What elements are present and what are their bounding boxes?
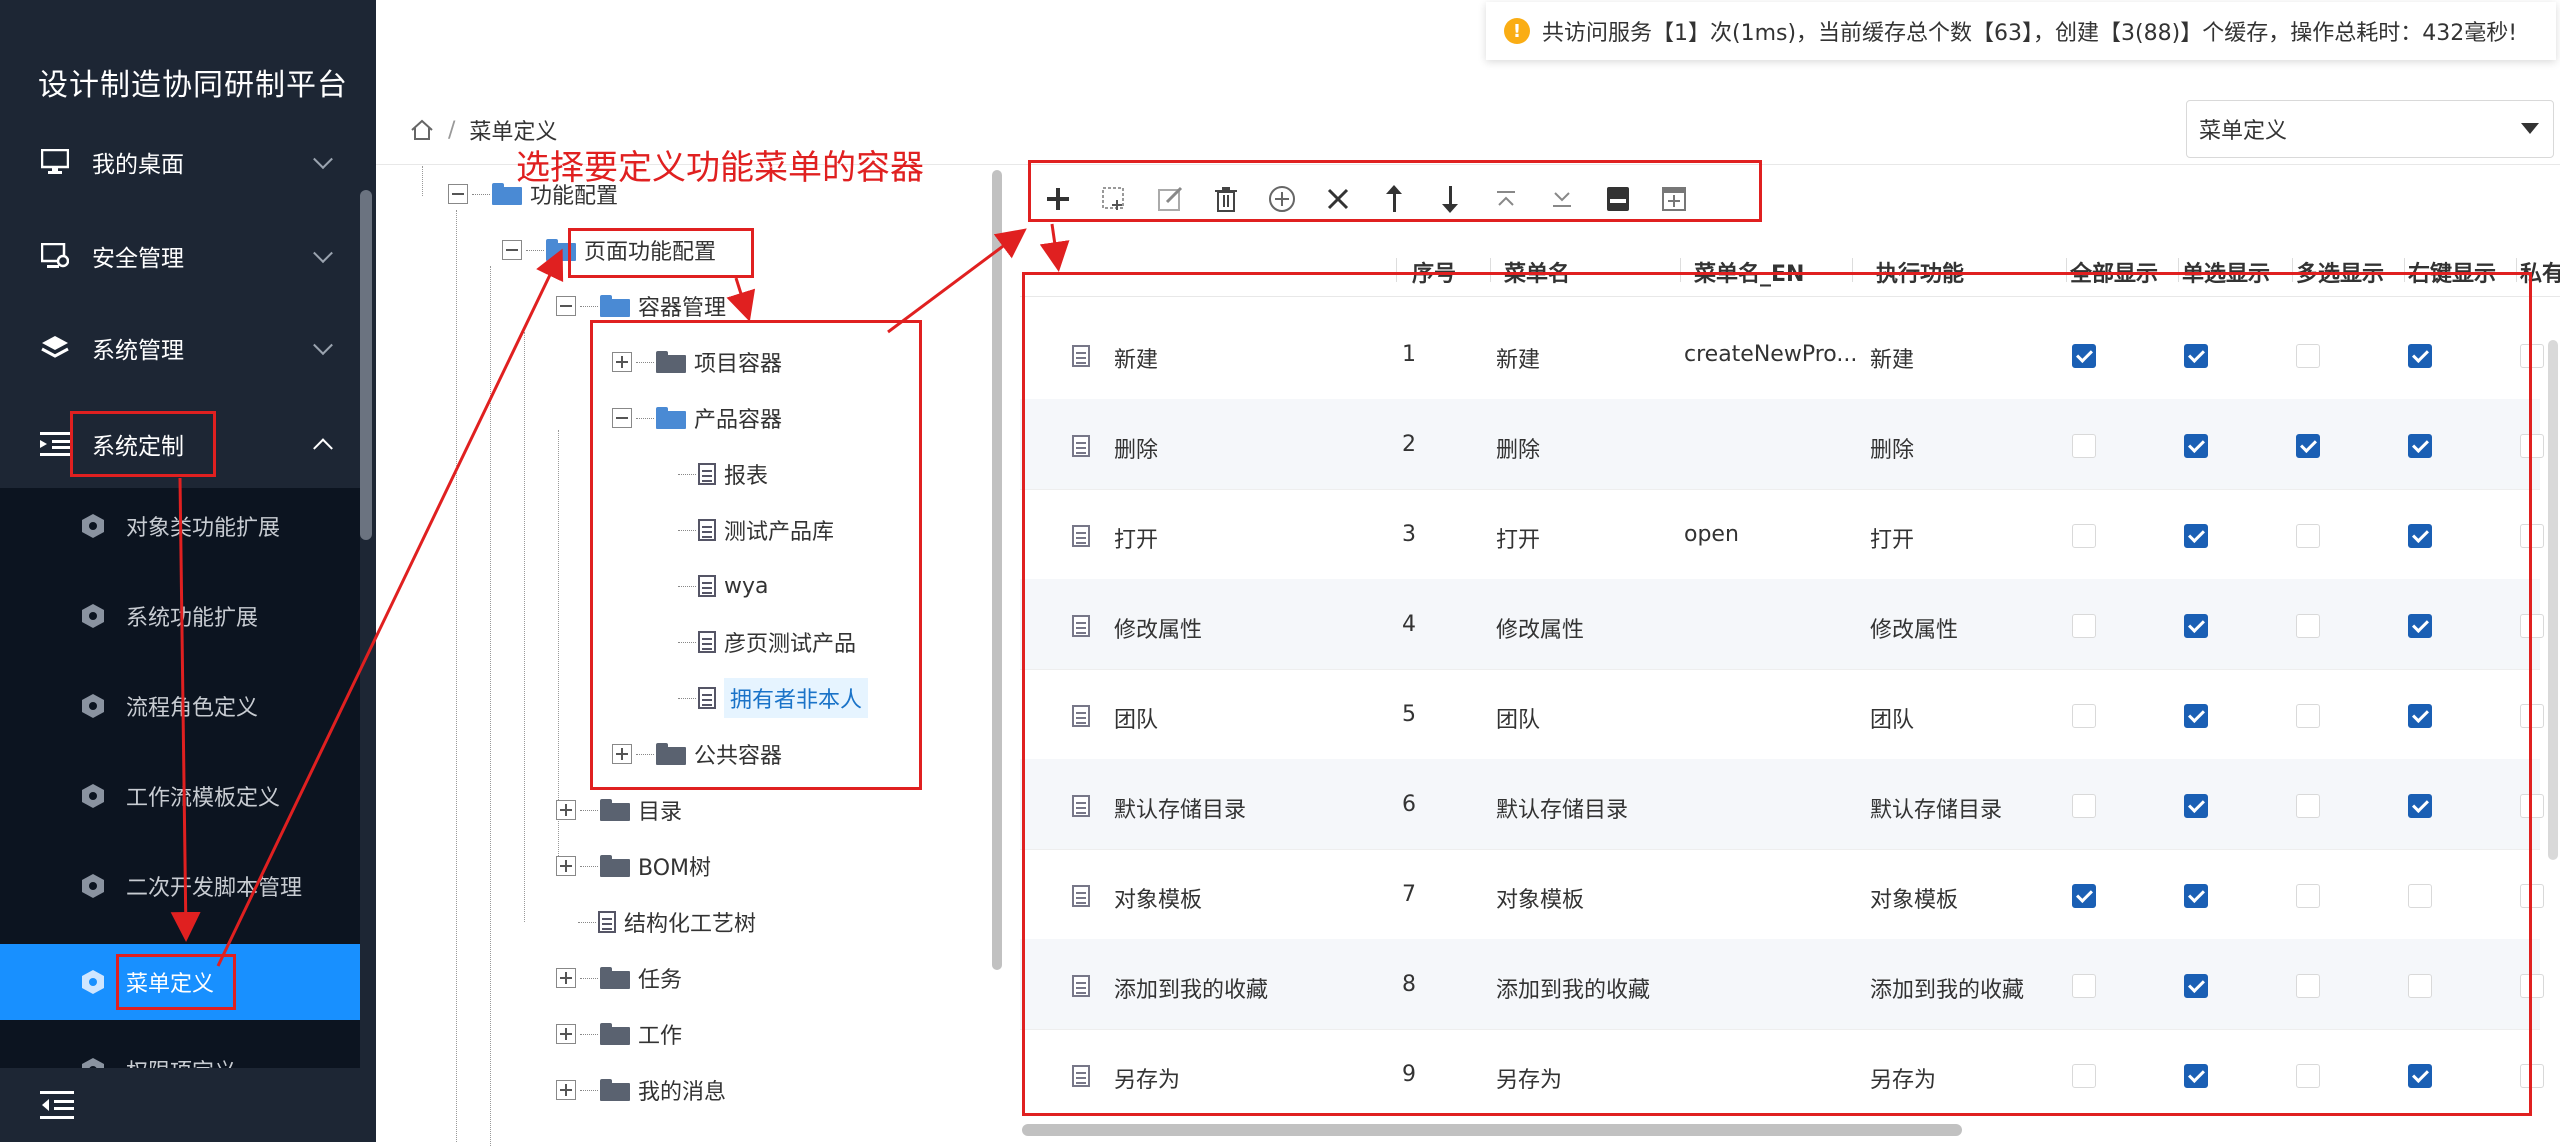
sidebar-item-label: 我的桌面: [92, 152, 184, 178]
annotation-box-submenu: [116, 954, 236, 1010]
tree-node-task[interactable]: 任务: [556, 958, 682, 998]
list-indent-icon: [40, 429, 70, 459]
folder-icon: [600, 855, 630, 877]
tree-node-bom[interactable]: BOM树: [556, 846, 711, 886]
submenu-item-label: 工作流模板定义: [126, 786, 281, 811]
folder-icon: [600, 967, 630, 989]
table-vertical-scrollbar[interactable]: [2548, 340, 2558, 860]
sidebar-item-security[interactable]: 安全管理: [0, 210, 376, 302]
chevron-down-icon: [313, 149, 333, 170]
annotation-text: 选择要定义功能菜单的容器: [516, 148, 924, 188]
folder-open-icon: [600, 295, 630, 317]
collapse-icon[interactable]: [502, 240, 522, 260]
notification-text: 共访问服务【1】次(1ms)，当前缓存总个数【63】，创建【3(88)】个缓存，…: [1542, 21, 2518, 46]
tree-node-process-tree[interactable]: 结构化工艺树: [578, 902, 756, 942]
folder-icon: [600, 1079, 630, 1101]
expand-icon[interactable]: [556, 800, 576, 820]
hexagon-icon: [82, 970, 104, 994]
submenu-item-label: 对象类功能扩展: [126, 516, 281, 541]
warning-icon: !: [1504, 18, 1530, 44]
tree-connector: [580, 1033, 598, 1035]
tree-connector: [580, 305, 598, 307]
submenu-item-flow-role[interactable]: 流程角色定义: [0, 668, 360, 744]
table-horizontal-scrollbar[interactable]: [1022, 1124, 1962, 1136]
tree-node-directory[interactable]: 目录: [556, 790, 682, 830]
folder-icon: [600, 799, 630, 821]
submenu-item-label: 流程角色定义: [126, 696, 259, 721]
submenu-item-workflow-template[interactable]: 工作流模板定义: [0, 758, 360, 834]
tree-node-label: 任务: [638, 968, 683, 993]
sidebar-item-label: 安全管理: [92, 246, 184, 272]
tree-line: [456, 210, 457, 1142]
tree-node-label: 结构化工艺树: [624, 912, 757, 937]
caret-down-icon: [2521, 123, 2539, 134]
app-title: 设计制造协同研制平台: [38, 68, 348, 103]
annotation-box-page-config: [568, 228, 754, 278]
hexagon-icon: [82, 874, 104, 898]
chevron-down-icon: [313, 243, 333, 264]
tree-node-messages[interactable]: 我的消息: [556, 1070, 726, 1110]
expand-icon[interactable]: [556, 1080, 576, 1100]
tree-line: [524, 332, 525, 922]
annotation-box-toolbar: [1028, 160, 1762, 222]
tree-connector: [578, 921, 596, 923]
tree-connector: [580, 809, 598, 811]
notification-toast: ! 共访问服务【1】次(1ms)，当前缓存总个数【63】，创建【3(88)】个缓…: [1486, 2, 2556, 60]
submenu-item-label: 系统功能扩展: [126, 606, 259, 631]
sidebar-item-desktop[interactable]: 我的桌面: [0, 116, 376, 208]
tree-node-label: 容器管理: [638, 296, 727, 321]
tree-node-label: 目录: [638, 800, 683, 825]
monitor-icon: [40, 147, 70, 177]
collapse-menu-icon[interactable]: [40, 1090, 74, 1120]
tree-connector: [580, 1089, 598, 1091]
document-icon: [598, 911, 616, 933]
sidebar-item-system[interactable]: 系统管理: [0, 302, 376, 394]
tree-connector: [472, 193, 490, 195]
collapse-icon[interactable]: [556, 296, 576, 316]
page-select-value: 菜单定义: [2199, 119, 2288, 144]
tree-node-label: 工作: [638, 1024, 683, 1049]
tree-line: [490, 266, 491, 1146]
sidebar-item-label: 系统管理: [92, 338, 184, 364]
folder-icon: [600, 1023, 630, 1045]
hexagon-icon: [82, 694, 104, 718]
tree-line: [422, 166, 423, 196]
collapse-icon[interactable]: [448, 184, 468, 204]
monitor-gear-icon: [40, 241, 70, 271]
tree-node-work[interactable]: 工作: [556, 1014, 682, 1054]
expand-icon[interactable]: [556, 968, 576, 988]
breadcrumb-separator: /: [448, 117, 456, 143]
hexagon-icon: [82, 604, 104, 628]
tree-connector: [580, 977, 598, 979]
expand-icon[interactable]: [556, 1024, 576, 1044]
chevron-up-icon: [313, 438, 333, 459]
hexagon-icon: [82, 514, 104, 538]
tree-connector: [580, 865, 598, 867]
submenu-item-object-ext[interactable]: 对象类功能扩展: [0, 488, 360, 564]
annotation-box-menu: [70, 411, 216, 477]
expand-icon[interactable]: [556, 856, 576, 876]
annotation-box-table: [1022, 272, 2532, 1116]
submenu-item-script-mgmt[interactable]: 二次开发脚本管理: [0, 848, 360, 924]
sidebar-scrollbar[interactable]: [360, 190, 372, 540]
submenu-item-system-ext[interactable]: 系统功能扩展: [0, 578, 360, 654]
layers-icon: [40, 333, 70, 363]
hexagon-icon: [82, 784, 104, 808]
page-select[interactable]: 菜单定义: [2186, 100, 2554, 158]
tree-scrollbar[interactable]: [992, 170, 1002, 970]
tree-connector: [526, 249, 544, 251]
sidebar-footer: [0, 1068, 376, 1142]
chevron-down-icon: [313, 335, 333, 356]
annotation-box-containers: [590, 320, 922, 790]
tree-node-label: BOM树: [638, 856, 712, 881]
home-icon[interactable]: [410, 119, 434, 141]
tree-node-label: 我的消息: [638, 1080, 727, 1105]
submenu-item-label: 二次开发脚本管理: [126, 876, 303, 901]
